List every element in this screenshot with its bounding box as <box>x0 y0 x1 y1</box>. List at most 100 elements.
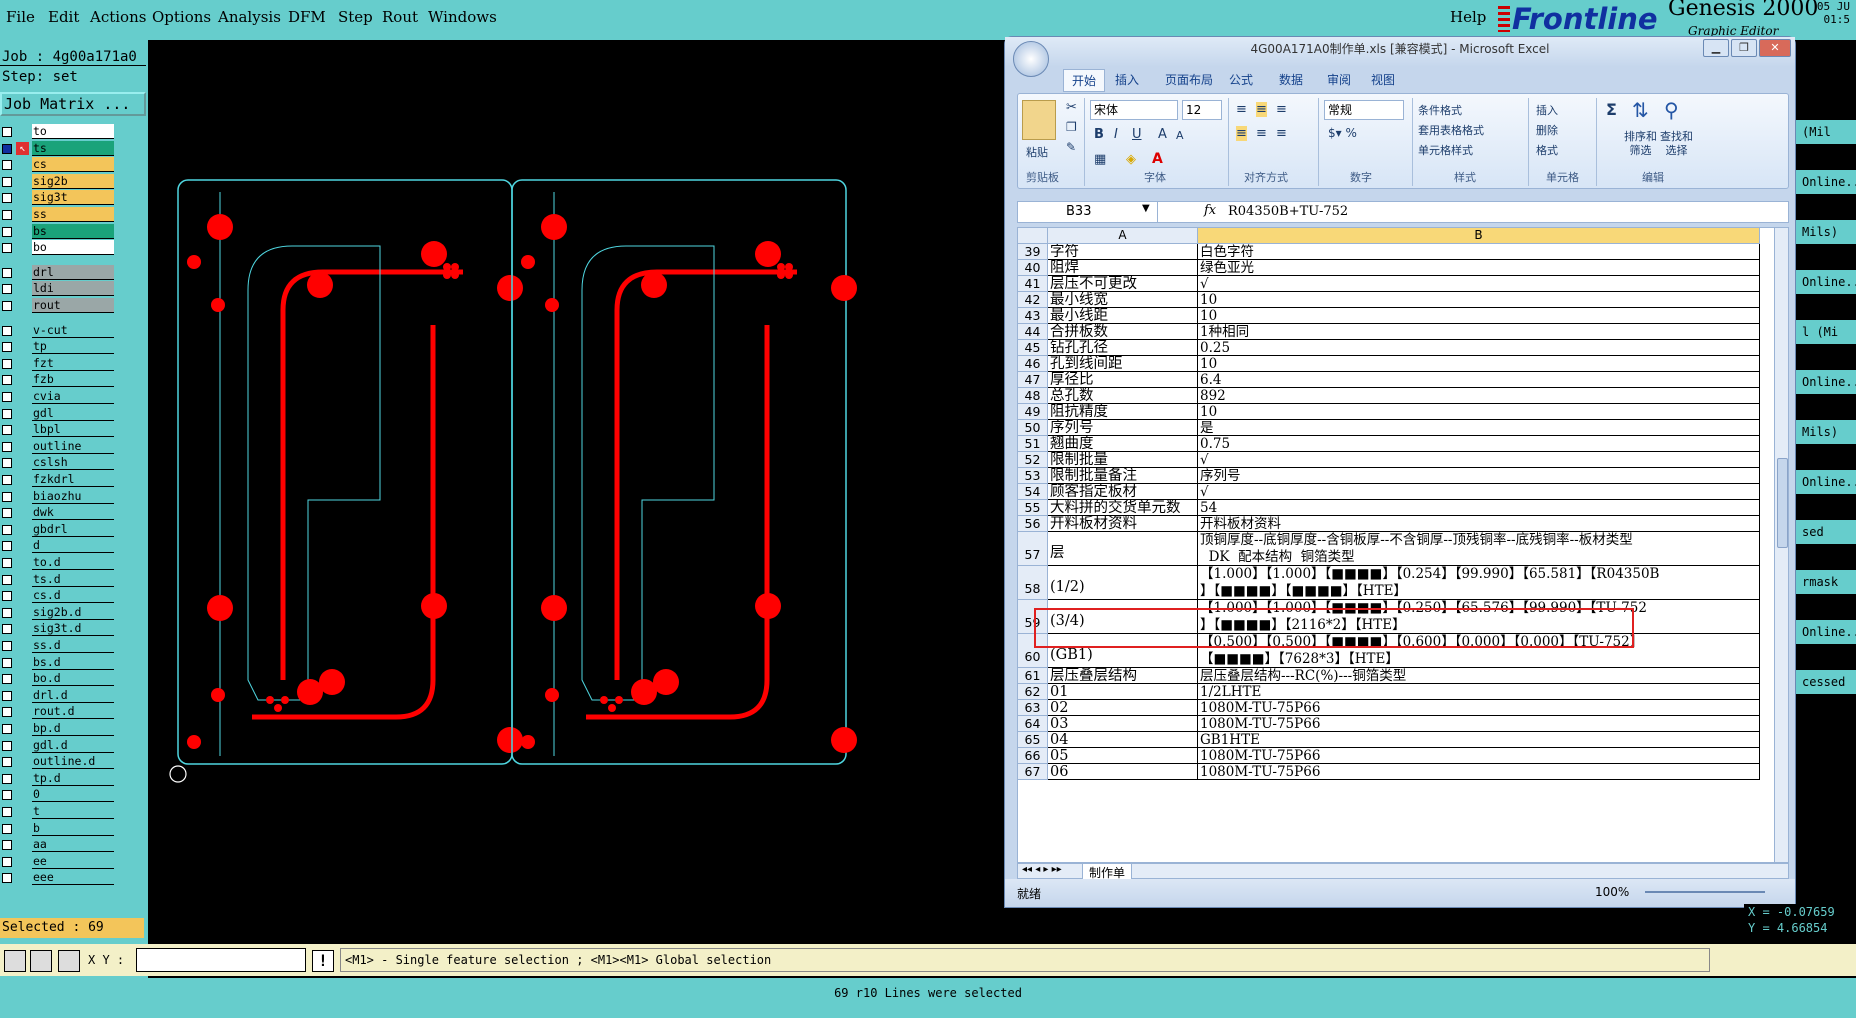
cell-b[interactable]: 顶铜厚度--底铜厚度--含铜板厚--不含铜厚--顶残铜率--底残铜率--板材类型… <box>1198 532 1760 566</box>
right-panel-label[interactable]: Online... <box>1796 620 1856 644</box>
find-select-button[interactable]: 查找和 选择 <box>1660 130 1693 158</box>
cell-b[interactable]: 开料板材资料 <box>1198 516 1760 532</box>
format-painter-icon[interactable]: ✎ <box>1066 140 1076 154</box>
xy-input[interactable] <box>136 948 306 972</box>
layer-row-cs.d[interactable]: cs.d <box>0 588 118 604</box>
cell-a[interactable]: 层 <box>1048 532 1198 566</box>
layer-checkbox[interactable] <box>2 392 12 402</box>
align-left-icon[interactable]: ≡ <box>1236 126 1247 141</box>
layer-row-sig3t[interactable]: sig3t <box>0 190 118 206</box>
cut-icon[interactable]: ✂ <box>1066 100 1077 115</box>
tool-icon-3[interactable] <box>58 950 80 972</box>
menu-analysis[interactable]: Analysis <box>218 8 281 26</box>
border-icon[interactable]: ▦ <box>1094 152 1106 167</box>
layer-name[interactable]: ss.d <box>32 638 114 653</box>
layer-name[interactable]: ts.d <box>32 571 114 587</box>
excel-window[interactable]: 4G00A171A0制作单.xls [兼容模式] - Microsoft Exc… <box>1004 36 1796 908</box>
layer-checkbox[interactable] <box>2 724 12 734</box>
layer-checkbox[interactable] <box>2 425 12 436</box>
layer-row-ee[interactable]: ee <box>0 853 118 869</box>
cond-format-button[interactable]: 条件格式 <box>1418 102 1462 118</box>
cell-a[interactable]: 序列号 <box>1048 420 1198 436</box>
layer-checkbox[interactable] <box>2 301 12 311</box>
cell-style-button[interactable]: 单元格样式 <box>1418 142 1473 158</box>
row-header[interactable]: 49 <box>1018 404 1048 420</box>
layer-row-d[interactable]: d <box>0 538 118 554</box>
fx-icon[interactable]: fx <box>1204 203 1216 218</box>
layer-checkbox[interactable] <box>2 375 12 386</box>
number-format-select[interactable]: 常规 <box>1324 100 1404 120</box>
ribbon-tab[interactable]: 页面布局 <box>1165 71 1213 88</box>
layer-row-b[interactable]: b <box>0 820 118 836</box>
layer-checkbox[interactable] <box>2 458 12 469</box>
fill-color-icon[interactable]: ◈ <box>1126 152 1136 167</box>
sheet-nav-icon[interactable]: ◂◂ ◂ ▸ ▸▸ <box>1022 864 1062 875</box>
ribbon-tab[interactable]: 审阅 <box>1327 71 1351 88</box>
layer-name[interactable]: drl <box>32 264 114 280</box>
row-header[interactable]: 42 <box>1018 292 1048 308</box>
cell-b[interactable]: 1080M-TU-75P66 <box>1198 700 1760 716</box>
layer-name[interactable]: sig2b.d <box>32 604 114 620</box>
cell-b[interactable]: 0.25 <box>1198 340 1760 356</box>
layer-row-bo.d[interactable]: bo.d <box>0 671 118 687</box>
row-header[interactable]: 44 <box>1018 324 1048 340</box>
cell-b[interactable]: 层压叠层结构---RC(%)---铜箔类型 <box>1198 668 1760 684</box>
cell-b[interactable]: 是 <box>1198 420 1760 436</box>
layer-row-drl[interactable]: drl <box>0 264 118 280</box>
bold-icon[interactable]: B <box>1094 127 1104 142</box>
layer-name[interactable]: gdl.d <box>32 737 114 753</box>
currency-icon[interactable]: $▾ % <box>1328 126 1357 140</box>
cell-b[interactable]: 序列号 <box>1198 468 1760 484</box>
close-button[interactable]: ✕ <box>1759 39 1791 57</box>
layer-checkbox[interactable] <box>2 707 12 718</box>
layer-row-sig3t.d[interactable]: sig3t.d <box>0 621 118 637</box>
layer-checkbox[interactable] <box>2 284 12 295</box>
copy-icon[interactable]: ❐ <box>1066 120 1077 134</box>
layer-name[interactable]: cs <box>32 157 114 173</box>
grow-font-icon[interactable]: A <box>1158 127 1167 142</box>
underline-icon[interactable]: U <box>1132 127 1142 142</box>
row-header[interactable]: 55 <box>1018 500 1048 516</box>
row-header[interactable]: 66 <box>1018 748 1048 764</box>
cell-b[interactable]: GB1HTE <box>1198 732 1760 748</box>
tool-icon-2[interactable] <box>30 950 52 972</box>
layer-name[interactable]: outline <box>32 438 114 454</box>
cell-b[interactable]: 54 <box>1198 500 1760 516</box>
layer-checkbox[interactable] <box>2 641 12 651</box>
layer-row-gdl[interactable]: gdl <box>0 405 118 421</box>
layer-row-ss.d[interactable]: ss.d <box>0 638 118 653</box>
layer-checkbox[interactable] <box>2 823 12 834</box>
layer-row-tp.d[interactable]: tp.d <box>0 770 118 786</box>
layer-row-cs[interactable]: cs <box>0 157 118 173</box>
ribbon-tab[interactable]: 视图 <box>1371 71 1395 88</box>
layer-row-sig2b[interactable]: sig2b <box>0 173 118 189</box>
cell-a[interactable]: 大料拼的交货单元数 <box>1048 500 1198 516</box>
cell-a[interactable]: 字符 <box>1048 244 1198 260</box>
layer-checkbox[interactable] <box>2 226 12 237</box>
layer-name[interactable]: 0 <box>32 787 114 803</box>
cell-b[interactable]: 10 <box>1198 356 1760 372</box>
layer-name[interactable]: ss <box>32 207 114 222</box>
layer-checkbox[interactable] <box>2 524 12 535</box>
graphic-canvas[interactable] <box>148 40 1004 938</box>
menu-rout[interactable]: Rout <box>382 8 418 26</box>
right-panel-label[interactable]: Online... <box>1796 470 1856 494</box>
layer-name[interactable]: gdl <box>32 405 114 421</box>
row-header[interactable]: 57 <box>1018 532 1048 566</box>
layer-name[interactable]: ldi <box>32 281 114 297</box>
layer-name[interactable]: bs <box>32 223 114 239</box>
ribbon-tab[interactable]: 数据 <box>1279 71 1303 88</box>
layer-row-drl.d[interactable]: drl.d <box>0 687 118 703</box>
cell-a[interactable]: 06 <box>1048 764 1198 780</box>
font-size-select[interactable]: 12 <box>1182 100 1222 120</box>
layer-name[interactable]: aa <box>32 837 114 853</box>
layer-checkbox[interactable] <box>2 856 12 867</box>
row-header[interactable]: 43 <box>1018 308 1048 324</box>
layer-checkbox[interactable] <box>2 267 12 278</box>
menu-help[interactable]: Help <box>1450 8 1486 26</box>
cell-b[interactable]: 10 <box>1198 404 1760 420</box>
sort-filter-button[interactable]: 排序和 筛选 <box>1624 130 1657 158</box>
alert-icon[interactable]: ! <box>312 950 334 972</box>
sort-icon[interactable]: ⇅ <box>1632 98 1649 122</box>
layer-name[interactable]: rout <box>32 298 114 313</box>
